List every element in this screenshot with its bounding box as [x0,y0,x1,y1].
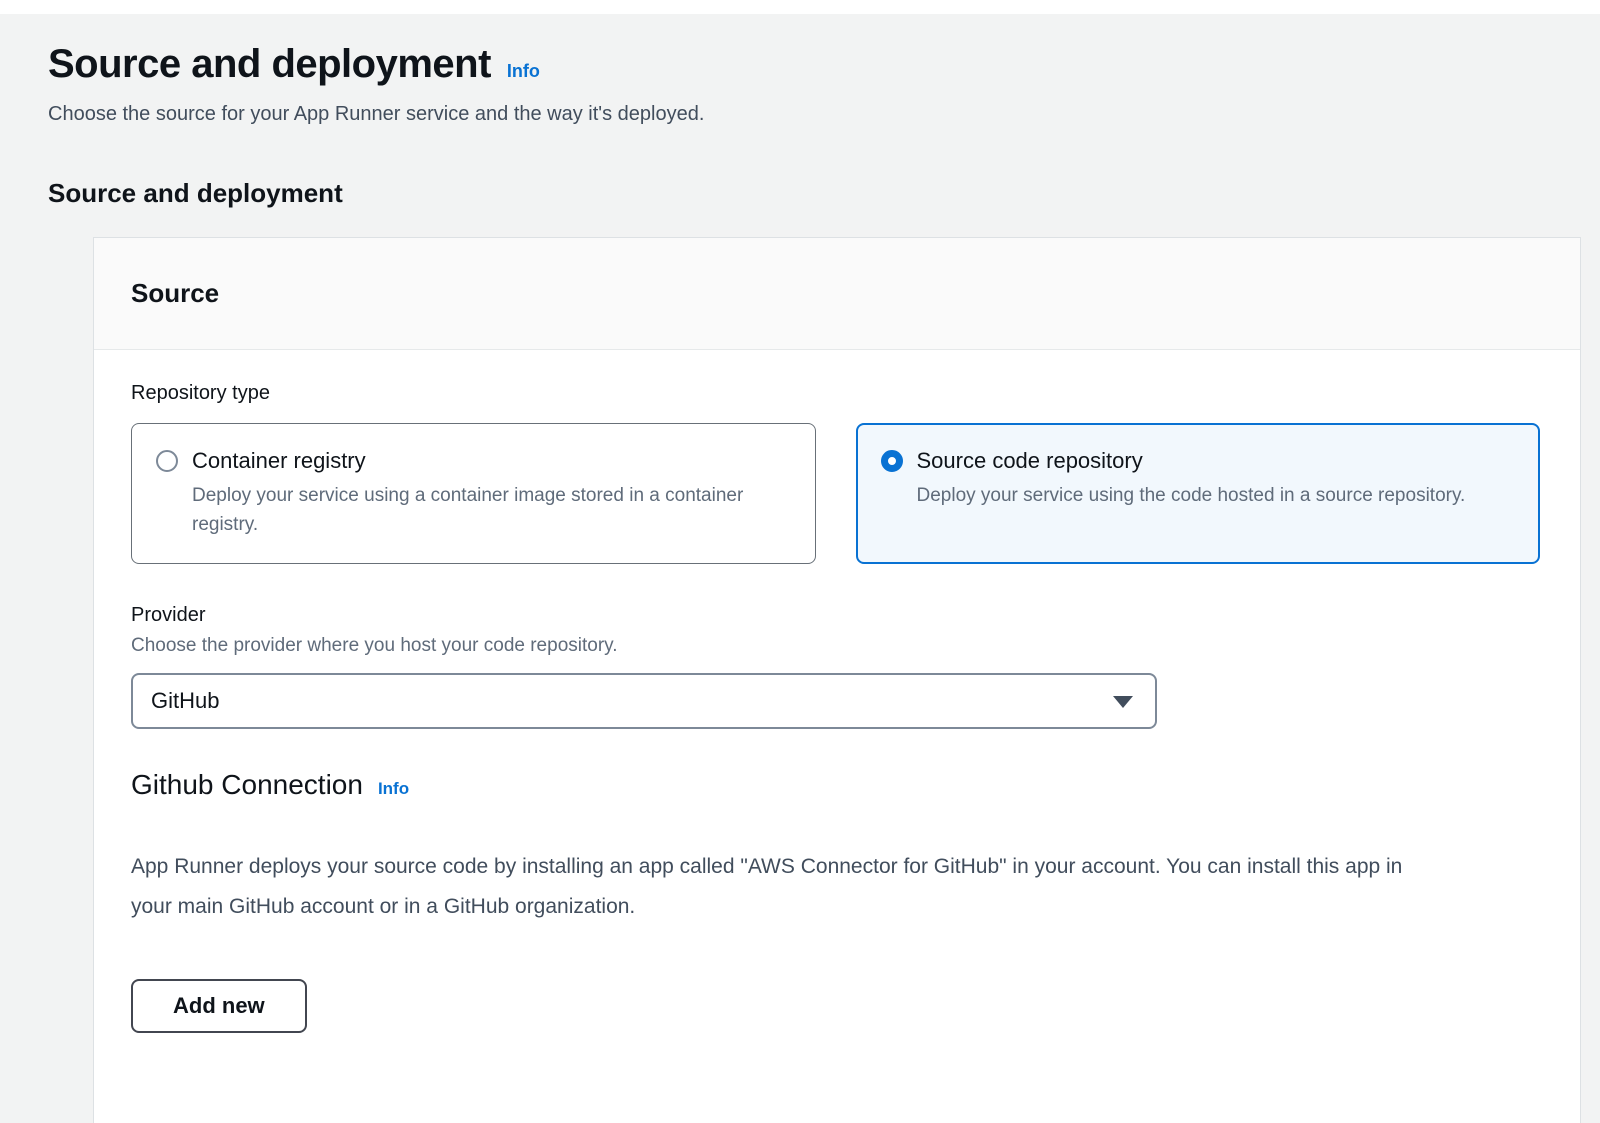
tile-content: Container registry Deploy your service u… [192,446,772,539]
github-connection-info-link[interactable]: Info [378,779,409,799]
section-heading: Source and deployment [48,178,1552,209]
radio-tile-container-registry[interactable]: Container registry Deploy your service u… [131,423,816,564]
repository-type-label: Repository type [131,382,1540,405]
repository-type-tiles: Container registry Deploy your service u… [131,423,1540,564]
page-title: Source and deployment [48,42,491,87]
source-panel-body: Repository type Container registry Deplo… [94,350,1580,1093]
radio-selected-icon[interactable] [881,450,903,472]
provider-select-value: GitHub [151,688,219,714]
add-new-button[interactable]: Add new [131,979,307,1033]
page-subtitle: Choose the source for your App Runner se… [48,103,1552,126]
source-panel: Source Repository type Container registr… [93,237,1581,1123]
top-white-strip [0,0,1600,14]
source-panel-title: Source [131,278,1540,309]
provider-field: Provider Choose the provider where you h… [131,604,1540,729]
page-content: Source and deployment Info Choose the so… [0,14,1600,1123]
page-title-row: Source and deployment Info [48,42,1552,87]
radio-unselected-icon[interactable] [156,450,178,472]
tile-content: Source code repository Deploy your servi… [917,446,1466,510]
source-panel-header: Source [94,238,1580,350]
tile-label: Source code repository [917,446,1466,476]
tile-description: Deploy your service using a container im… [192,481,772,539]
chevron-down-icon [1113,696,1133,708]
provider-description: Choose the provider where you host your … [131,635,1540,657]
page-title-info-link[interactable]: Info [507,61,540,82]
provider-label: Provider [131,604,1540,627]
tile-label: Container registry [192,446,772,476]
provider-select[interactable]: GitHub [131,673,1157,729]
radio-tile-source-code-repository[interactable]: Source code repository Deploy your servi… [856,423,1541,564]
github-connection-heading-row: Github Connection Info [131,769,1540,801]
github-connection-description: App Runner deploys your source code by i… [131,847,1421,927]
github-connection-heading: Github Connection [131,769,363,801]
tile-description: Deploy your service using the code hoste… [917,481,1466,510]
app-runner-source-page: Source and deployment Info Choose the so… [0,0,1600,1123]
